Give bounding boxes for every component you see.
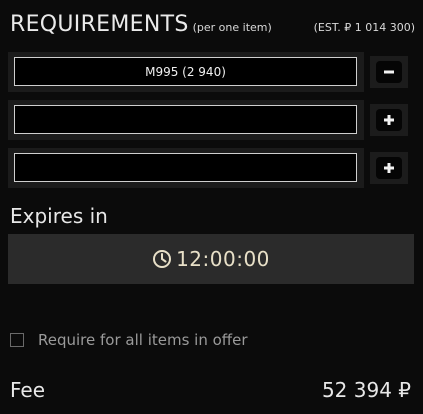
expiration-time: 12:00:00: [176, 247, 270, 271]
requirement-row-1: M995 (2 940): [8, 52, 414, 92]
plus-icon: [384, 115, 394, 125]
remove-requirement-button[interactable]: [370, 56, 408, 88]
requirements-header: REQUIREMENTS (per one item) (EST. ₽ 1 01…: [10, 10, 415, 38]
expiration-timer[interactable]: 12:00:00: [8, 234, 414, 284]
estimated-price: (EST. ₽ 1 014 300): [313, 21, 415, 34]
add-requirement-button-face: [376, 109, 402, 131]
requirement-field-2[interactable]: [14, 105, 357, 134]
requirement-field-1[interactable]: M995 (2 940): [14, 57, 357, 86]
plus-icon: [384, 163, 394, 173]
requirement-field-1-value: M995 (2 940): [145, 64, 226, 79]
requirements-title: REQUIREMENTS: [10, 12, 189, 37]
add-requirement-button[interactable]: [370, 104, 408, 136]
requirements-subtitle: (per one item): [192, 21, 272, 34]
add-requirement-button-face: [376, 157, 402, 179]
require-all-option[interactable]: Require for all items in offer: [10, 330, 248, 350]
fee-label: Fee: [10, 378, 46, 402]
requirement-field-frame: M995 (2 940): [8, 52, 364, 92]
expires-label: Expires in: [10, 204, 108, 228]
remove-requirement-button-face: [376, 61, 402, 83]
fee-value: 52 394 ₽: [321, 378, 411, 402]
require-all-checkbox[interactable]: [10, 333, 24, 347]
clock-icon: [153, 250, 172, 268]
requirement-row-3: [8, 148, 414, 188]
requirement-row-2: [8, 100, 414, 140]
require-all-label: Require for all items in offer: [38, 331, 248, 349]
requirement-field-frame: [8, 100, 364, 140]
requirement-field-3[interactable]: [14, 153, 357, 182]
requirement-field-frame: [8, 148, 364, 188]
fee-row: Fee 52 394 ₽: [10, 376, 411, 404]
add-requirement-button[interactable]: [370, 152, 408, 184]
minus-icon: [384, 70, 394, 74]
